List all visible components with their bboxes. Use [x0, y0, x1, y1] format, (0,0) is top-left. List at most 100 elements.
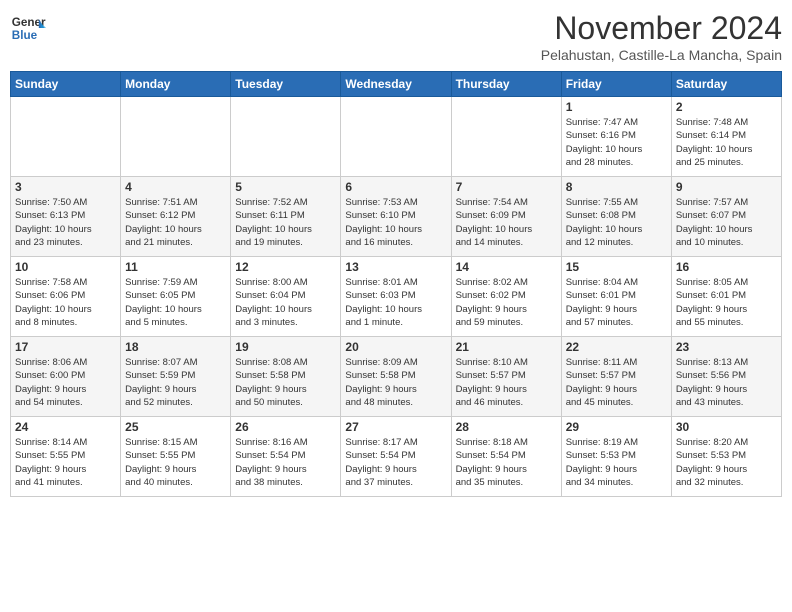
day-info: Sunrise: 8:15 AMSunset: 5:55 PMDaylight:…	[125, 436, 226, 489]
title-block: November 2024 Pelahustan, Castille-La Ma…	[541, 10, 782, 63]
calendar-cell	[451, 97, 561, 177]
weekday-header-friday: Friday	[561, 72, 671, 97]
weekday-header-tuesday: Tuesday	[231, 72, 341, 97]
day-info: Sunrise: 8:16 AMSunset: 5:54 PMDaylight:…	[235, 436, 336, 489]
calendar-cell: 14 Sunrise: 8:02 AMSunset: 6:02 PMDayligh…	[451, 257, 561, 337]
day-number: 20	[345, 340, 446, 354]
day-number: 14	[456, 260, 557, 274]
day-info: Sunrise: 8:05 AMSunset: 6:01 PMDaylight:…	[676, 276, 777, 329]
day-number: 22	[566, 340, 667, 354]
location: Pelahustan, Castille-La Mancha, Spain	[541, 47, 782, 63]
day-number: 3	[15, 180, 116, 194]
calendar-cell: 2 Sunrise: 7:48 AMSunset: 6:14 PMDaylight…	[671, 97, 781, 177]
day-number: 6	[345, 180, 446, 194]
day-number: 21	[456, 340, 557, 354]
page-header: General Blue November 2024 Pelahustan, C…	[10, 10, 782, 63]
day-info: Sunrise: 8:08 AMSunset: 5:58 PMDaylight:…	[235, 356, 336, 409]
day-number: 27	[345, 420, 446, 434]
calendar-cell	[341, 97, 451, 177]
day-info: Sunrise: 8:17 AMSunset: 5:54 PMDaylight:…	[345, 436, 446, 489]
calendar-cell: 4Sunrise: 7:51 AMSunset: 6:12 PMDaylight…	[121, 177, 231, 257]
calendar-cell: 19 Sunrise: 8:08 AMSunset: 5:58 PMDayligh…	[231, 337, 341, 417]
calendar-cell: 20Sunrise: 8:09 AMSunset: 5:58 PMDayligh…	[341, 337, 451, 417]
calendar-week-2: 3 Sunrise: 7:50 AMSunset: 6:13 PMDaylight…	[11, 177, 782, 257]
calendar-cell	[121, 97, 231, 177]
calendar-cell: 9 Sunrise: 7:57 AMSunset: 6:07 PMDaylight…	[671, 177, 781, 257]
day-number: 12	[235, 260, 336, 274]
day-info: Sunrise: 8:19 AMSunset: 5:53 PMDaylight:…	[566, 436, 667, 489]
day-info: Sunrise: 8:11 AMSunset: 5:57 PMDaylight:…	[566, 356, 667, 409]
calendar-cell: 15 Sunrise: 8:04 AMSunset: 6:01 PMDayligh…	[561, 257, 671, 337]
day-info: Sunrise: 7:59 AMSunset: 6:05 PMDaylight:…	[125, 276, 226, 329]
calendar-cell: 7 Sunrise: 7:54 AMSunset: 6:09 PMDaylight…	[451, 177, 561, 257]
day-number: 24	[15, 420, 116, 434]
calendar-week-1: 1Sunrise: 7:47 AMSunset: 6:16 PMDaylight…	[11, 97, 782, 177]
calendar-cell: 24 Sunrise: 8:14 AMSunset: 5:55 PMDayligh…	[11, 417, 121, 497]
calendar-cell	[11, 97, 121, 177]
logo: General Blue	[10, 10, 46, 46]
logo-icon: General Blue	[10, 10, 46, 46]
day-number: 10	[15, 260, 116, 274]
day-info: Sunrise: 8:10 AMSunset: 5:57 PMDaylight:…	[456, 356, 557, 409]
day-number: 17	[15, 340, 116, 354]
calendar-cell: 1Sunrise: 7:47 AMSunset: 6:16 PMDaylight…	[561, 97, 671, 177]
calendar-cell: 18 Sunrise: 8:07 AMSunset: 5:59 PMDayligh…	[121, 337, 231, 417]
day-number: 1	[566, 100, 667, 114]
weekday-header-thursday: Thursday	[451, 72, 561, 97]
calendar-week-5: 24 Sunrise: 8:14 AMSunset: 5:55 PMDayligh…	[11, 417, 782, 497]
calendar-cell: 28Sunrise: 8:18 AMSunset: 5:54 PMDayligh…	[451, 417, 561, 497]
month-title: November 2024	[541, 10, 782, 47]
day-number: 2	[676, 100, 777, 114]
day-info: Sunrise: 8:00 AMSunset: 6:04 PMDaylight:…	[235, 276, 336, 329]
calendar-cell: 27 Sunrise: 8:17 AMSunset: 5:54 PMDayligh…	[341, 417, 451, 497]
day-info: Sunrise: 7:48 AMSunset: 6:14 PMDaylight:…	[676, 116, 777, 169]
day-info: Sunrise: 7:54 AMSunset: 6:09 PMDaylight:…	[456, 196, 557, 249]
day-number: 11	[125, 260, 226, 274]
day-info: Sunrise: 8:07 AMSunset: 5:59 PMDaylight:…	[125, 356, 226, 409]
day-info: Sunrise: 8:18 AMSunset: 5:54 PMDaylight:…	[456, 436, 557, 489]
day-info: Sunrise: 7:57 AMSunset: 6:07 PMDaylight:…	[676, 196, 777, 249]
day-number: 4	[125, 180, 226, 194]
calendar-week-4: 17 Sunrise: 8:06 AMSunset: 6:00 PMDayligh…	[11, 337, 782, 417]
calendar-table: SundayMondayTuesdayWednesdayThursdayFrid…	[10, 71, 782, 497]
day-info: Sunrise: 7:50 AMSunset: 6:13 PMDaylight:…	[15, 196, 116, 249]
day-number: 8	[566, 180, 667, 194]
svg-text:Blue: Blue	[12, 29, 38, 42]
weekday-header-wednesday: Wednesday	[341, 72, 451, 97]
day-number: 18	[125, 340, 226, 354]
calendar-cell: 8 Sunrise: 7:55 AMSunset: 6:08 PMDaylight…	[561, 177, 671, 257]
day-info: Sunrise: 7:53 AMSunset: 6:10 PMDaylight:…	[345, 196, 446, 249]
day-number: 19	[235, 340, 336, 354]
day-number: 13	[345, 260, 446, 274]
calendar-cell: 10 Sunrise: 7:58 AMSunset: 6:06 PMDayligh…	[11, 257, 121, 337]
calendar-cell: 29Sunrise: 8:19 AMSunset: 5:53 PMDayligh…	[561, 417, 671, 497]
day-number: 15	[566, 260, 667, 274]
day-number: 16	[676, 260, 777, 274]
calendar-cell: 3 Sunrise: 7:50 AMSunset: 6:13 PMDaylight…	[11, 177, 121, 257]
calendar-week-3: 10 Sunrise: 7:58 AMSunset: 6:06 PMDayligh…	[11, 257, 782, 337]
calendar-cell: 6 Sunrise: 7:53 AMSunset: 6:10 PMDaylight…	[341, 177, 451, 257]
day-info: Sunrise: 7:52 AMSunset: 6:11 PMDaylight:…	[235, 196, 336, 249]
day-info: Sunrise: 7:58 AMSunset: 6:06 PMDaylight:…	[15, 276, 116, 329]
calendar-cell: 16 Sunrise: 8:05 AMSunset: 6:01 PMDayligh…	[671, 257, 781, 337]
calendar-cell: 25Sunrise: 8:15 AMSunset: 5:55 PMDayligh…	[121, 417, 231, 497]
day-number: 26	[235, 420, 336, 434]
day-info: Sunrise: 8:20 AMSunset: 5:53 PMDaylight:…	[676, 436, 777, 489]
day-number: 30	[676, 420, 777, 434]
calendar-cell: 22 Sunrise: 8:11 AMSunset: 5:57 PMDayligh…	[561, 337, 671, 417]
day-info: Sunrise: 7:55 AMSunset: 6:08 PMDaylight:…	[566, 196, 667, 249]
calendar-cell: 17 Sunrise: 8:06 AMSunset: 6:00 PMDayligh…	[11, 337, 121, 417]
day-number: 5	[235, 180, 336, 194]
calendar-cell: 12 Sunrise: 8:00 AMSunset: 6:04 PMDayligh…	[231, 257, 341, 337]
calendar-cell: 30 Sunrise: 8:20 AMSunset: 5:53 PMDayligh…	[671, 417, 781, 497]
weekday-header-sunday: Sunday	[11, 72, 121, 97]
calendar-cell: 23Sunrise: 8:13 AMSunset: 5:56 PMDayligh…	[671, 337, 781, 417]
day-number: 9	[676, 180, 777, 194]
day-info: Sunrise: 8:06 AMSunset: 6:00 PMDaylight:…	[15, 356, 116, 409]
day-number: 7	[456, 180, 557, 194]
weekday-header-saturday: Saturday	[671, 72, 781, 97]
day-info: Sunrise: 8:14 AMSunset: 5:55 PMDaylight:…	[15, 436, 116, 489]
day-info: Sunrise: 8:02 AMSunset: 6:02 PMDaylight:…	[456, 276, 557, 329]
calendar-cell: 5 Sunrise: 7:52 AMSunset: 6:11 PMDaylight…	[231, 177, 341, 257]
day-info: Sunrise: 8:04 AMSunset: 6:01 PMDaylight:…	[566, 276, 667, 329]
